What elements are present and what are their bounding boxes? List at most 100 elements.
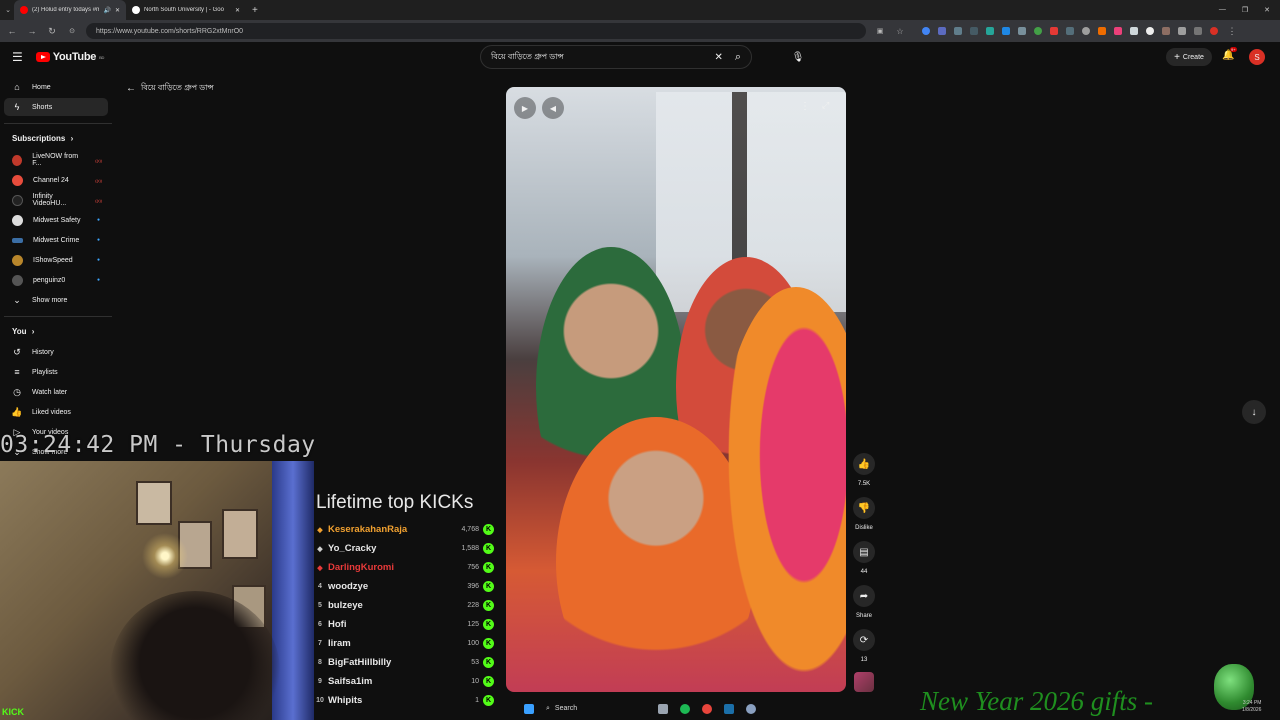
- new-tab-button[interactable]: +: [252, 5, 258, 16]
- profile-icon[interactable]: [1210, 27, 1218, 35]
- system-clock: 3:24 PM 1/8/2026: [1242, 700, 1261, 714]
- sidebar-item-subscription[interactable]: Channel 24 ((•)): [4, 171, 108, 189]
- leaderboard-name: BigFatHillbilly: [328, 657, 392, 668]
- browser-tab-youtube[interactable]: (2) Holud entry todays #m 🔊 ✕: [14, 0, 126, 20]
- hamburger-menu-icon[interactable]: ☰: [12, 50, 23, 64]
- sidebar-item-watch-later[interactable]: ◷ Watch later: [4, 383, 108, 401]
- sidebar-item-subscription[interactable]: Midwest Safety ●: [4, 211, 108, 229]
- notifications-button[interactable]: 🔔 9+: [1222, 47, 1237, 64]
- extension-icon[interactable]: [1034, 27, 1042, 35]
- tab-close-icon[interactable]: ✕: [115, 7, 120, 14]
- sidebar-item-playlists[interactable]: ≡ Playlists: [4, 363, 108, 381]
- dislike-button[interactable]: 👎 Dislike: [852, 497, 876, 531]
- back-icon[interactable]: ←: [6, 26, 18, 36]
- restore-icon[interactable]: ❐: [1242, 6, 1248, 14]
- browser-tab-google[interactable]: North South University | - Goo ✕: [126, 0, 246, 20]
- microphone-icon: 🎙: [791, 51, 805, 63]
- search-icon[interactable]: ⌕: [735, 51, 741, 64]
- extension-icon[interactable]: [986, 27, 994, 35]
- you-heading[interactable]: You ›: [12, 327, 34, 336]
- extension-icon[interactable]: [1114, 27, 1122, 35]
- show-more-button[interactable]: ⌄ Show more: [4, 291, 108, 309]
- extension-icon[interactable]: [1162, 27, 1170, 35]
- address-bar[interactable]: https://www.youtube.com/shorts/RRG2xtMnr…: [86, 23, 866, 39]
- play-button[interactable]: ▶: [514, 97, 536, 119]
- create-button[interactable]: + Create: [1166, 48, 1212, 66]
- sidebar-item-label: Midwest Safety: [33, 216, 81, 224]
- extension-icon[interactable]: [1066, 27, 1074, 35]
- site-info-icon[interactable]: ⊙: [66, 27, 78, 35]
- extension-icon[interactable]: [1002, 27, 1010, 35]
- browser-toolbar: ← → ↻ ⊙ https://www.youtube.com/shorts/R…: [0, 20, 1280, 42]
- bookmark-star-icon[interactable]: ☆: [894, 27, 906, 36]
- sidebar-item-subscription[interactable]: IShowSpeed ●: [4, 251, 108, 269]
- fullscreen-icon[interactable]: ⤢: [822, 100, 829, 111]
- extension-icon[interactable]: [954, 27, 962, 35]
- channel-avatar: [12, 214, 23, 226]
- sidebar-item-home[interactable]: ⌂ Home: [4, 78, 108, 96]
- notification-badge: 9+: [1230, 47, 1237, 52]
- extension-icon[interactable]: [1146, 27, 1154, 35]
- sidebar-item-shorts[interactable]: ϟ Shorts: [4, 98, 108, 116]
- sidebar-item-subscription[interactable]: Midwest Crime ●: [4, 231, 108, 249]
- clear-search-icon[interactable]: ✕: [714, 52, 722, 63]
- windows-start-icon[interactable]: [524, 703, 534, 714]
- sidebar-item-liked-videos[interactable]: 👍 Liked videos: [4, 403, 108, 421]
- youtube-logo[interactable]: YouTube BD: [35, 51, 104, 63]
- spotify-icon[interactable]: [680, 703, 690, 714]
- sidebar-item-subscription[interactable]: LiveNOW from F... ((•)): [4, 151, 108, 169]
- remix-button[interactable]: ⟳ 13: [852, 629, 876, 663]
- tab-close-icon[interactable]: ✕: [235, 7, 240, 14]
- sidebar-item-subscription[interactable]: Infinity VideoHU... ((•)): [4, 191, 108, 209]
- sound-thumbnail[interactable]: [854, 672, 874, 692]
- comments-button[interactable]: ▤ 44: [852, 541, 876, 575]
- sidebar-item-subscription[interactable]: penguinz0 ●: [4, 271, 108, 289]
- account-avatar[interactable]: S: [1249, 49, 1265, 65]
- extension-icon[interactable]: [1050, 27, 1058, 35]
- extension-icon[interactable]: [970, 27, 978, 35]
- extension-icon[interactable]: [1130, 27, 1138, 35]
- search-box[interactable]: বিয়ে বাড়িতে গ্রুপ ডান্স ✕ ⌕: [480, 45, 752, 69]
- reload-icon[interactable]: ↻: [46, 26, 58, 37]
- volume-button[interactable]: ◀: [542, 97, 564, 119]
- forward-icon[interactable]: →: [26, 26, 38, 36]
- shorts-video-player[interactable]: ▶ ◀ ⋮ ⤢: [506, 87, 846, 692]
- extensions-puzzle-icon[interactable]: [1178, 27, 1186, 35]
- leaderboard-value: 1,588: [461, 545, 479, 552]
- taskbar-search[interactable]: ⌕ Search: [546, 705, 646, 713]
- shorts-back-header[interactable]: ← বিয়ে বাড়িতে গ্রুপ ডান্স: [126, 82, 214, 95]
- next-video-button[interactable]: ↓: [1242, 400, 1266, 424]
- tab-audio-icon[interactable]: 🔊: [103, 7, 110, 14]
- sidebar-item-history[interactable]: ↺ History: [4, 343, 108, 361]
- share-button[interactable]: ➦ Share: [852, 585, 876, 619]
- sidebar-item-label: Infinity VideoHU...: [32, 193, 67, 207]
- sidebar-divider: [4, 316, 112, 317]
- channel-avatar: [12, 194, 23, 206]
- leaderboard-row: ◆ Yo_Cracky 1,588 K: [314, 539, 494, 558]
- kick-logo: KICK: [2, 707, 24, 717]
- close-window-icon[interactable]: ✕: [1264, 6, 1270, 14]
- extension-icon[interactable]: [1018, 27, 1026, 35]
- leaderboard-name: KeserakahanRaja: [328, 524, 408, 535]
- steam-icon[interactable]: [724, 703, 734, 714]
- sidebar-icon[interactable]: [1194, 27, 1202, 35]
- task-view-icon[interactable]: [658, 703, 668, 714]
- voice-search-button[interactable]: 🎙: [788, 47, 808, 67]
- extension-icon[interactable]: [1098, 27, 1106, 35]
- install-app-icon[interactable]: ▣: [874, 27, 886, 35]
- menu-kebab-icon[interactable]: ⋮: [1226, 26, 1238, 37]
- sidebar-item-label: LiveNOW from F...: [32, 153, 79, 167]
- like-button[interactable]: 👍 7.5K: [852, 453, 876, 487]
- subscriptions-heading[interactable]: Subscriptions ›: [12, 134, 73, 143]
- chrome-icon[interactable]: [702, 703, 712, 714]
- tab-list-icon[interactable]: ⌄: [2, 6, 14, 14]
- search-input[interactable]: বিয়ে বাড়িতে গ্রুপ ডান্স: [491, 51, 714, 64]
- extension-icon[interactable]: [938, 27, 946, 35]
- leaderboard-rank: 6: [318, 621, 322, 628]
- extension-icon[interactable]: [922, 27, 930, 35]
- settings-icon[interactable]: [746, 703, 756, 714]
- more-options-icon[interactable]: ⋮: [800, 101, 810, 112]
- extension-icon[interactable]: [1082, 27, 1090, 35]
- minimize-icon[interactable]: —: [1219, 6, 1226, 14]
- leaderboard-rank: 4: [318, 583, 322, 590]
